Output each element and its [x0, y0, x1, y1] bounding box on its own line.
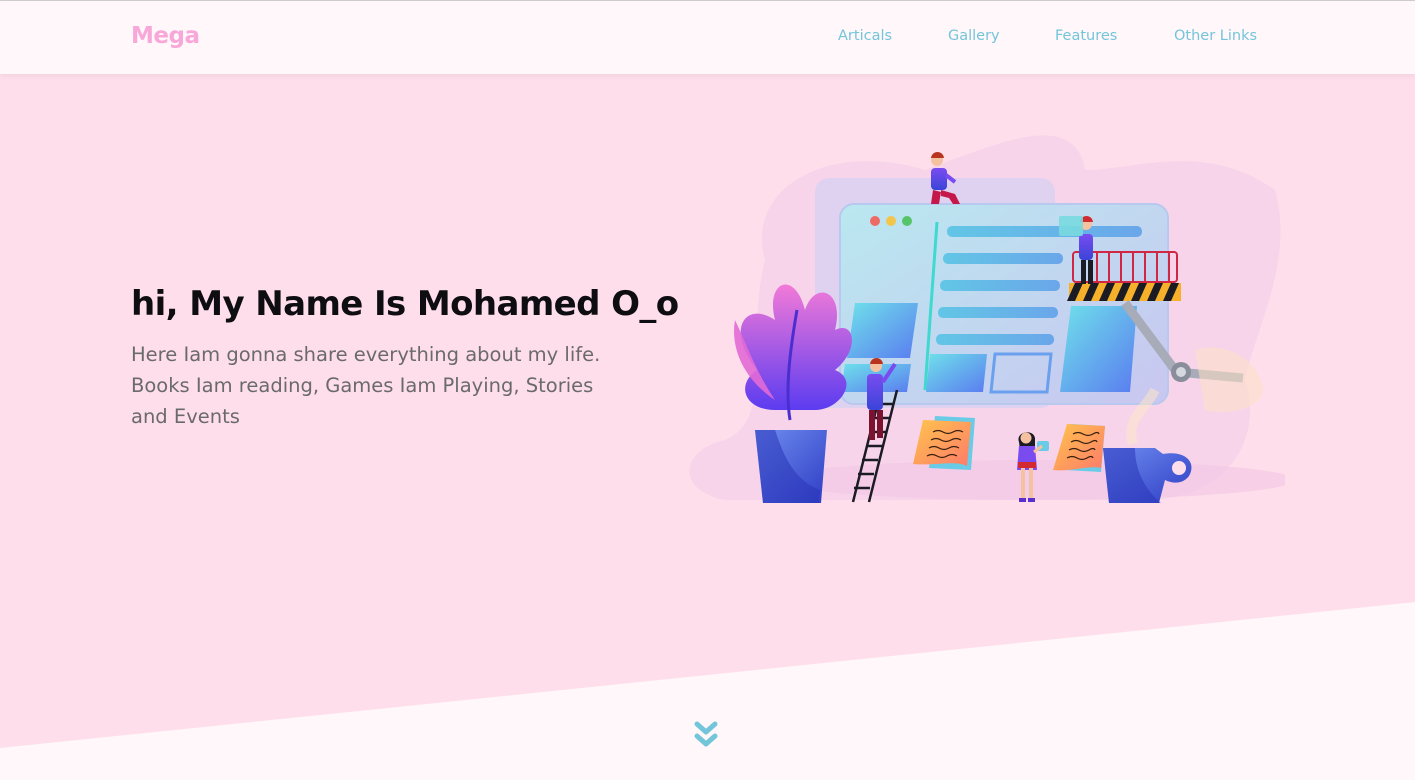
scroll-down-button[interactable] [692, 720, 720, 752]
hero-illustration [689, 135, 1285, 503]
double-chevron-down-icon [694, 721, 718, 747]
hero-subtitle: Here Iam gonna share everything about my… [131, 343, 601, 428]
nav-link-articals[interactable]: Articals [838, 28, 892, 44]
nav-link-other-links[interactable]: Other Links [1174, 28, 1257, 44]
nav-link-features[interactable]: Features [1055, 28, 1117, 44]
hero-title: hi, My Name Is Mohamed O_o [131, 284, 679, 324]
site-header: Mega Articals Gallery Features Other Lin… [0, 1, 1415, 74]
main-nav: Articals Gallery Features Other Links [0, 28, 1415, 50]
nav-link-gallery[interactable]: Gallery [948, 28, 1000, 44]
